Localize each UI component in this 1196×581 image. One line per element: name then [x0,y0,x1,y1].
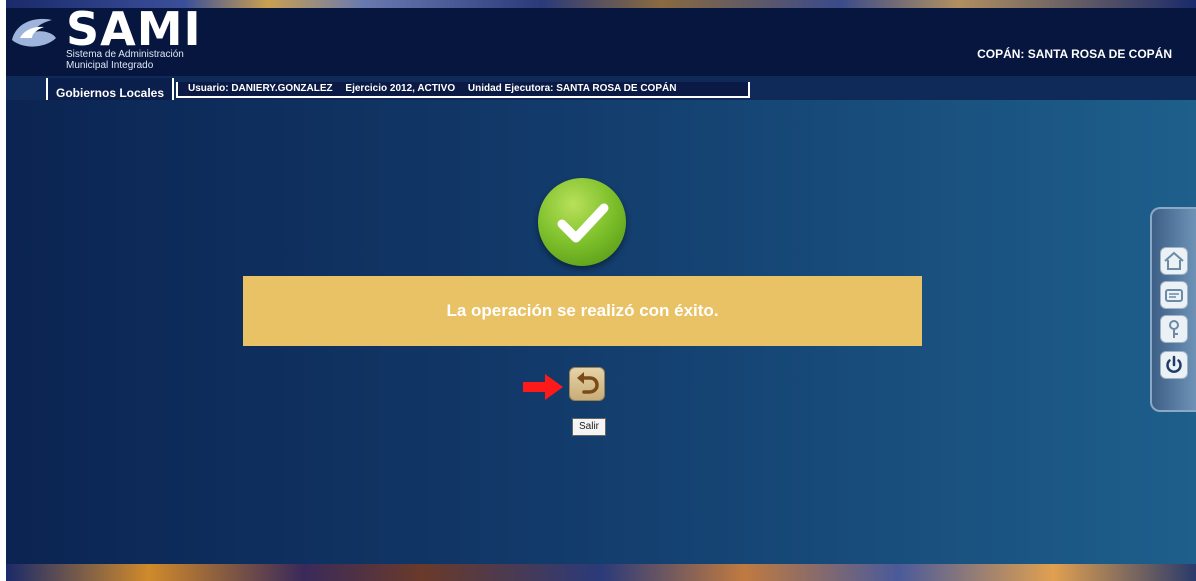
red-arrow-icon [523,374,563,400]
user-key-icon [1169,320,1179,338]
location-label: COPÁN: SANTA ROSA DE COPÁN [977,47,1172,61]
app-frame: SAMI Sistema de Administración Municipal… [6,0,1196,581]
session-info-bar: Usuario: DANIERY.GONZALEZ Ejercicio 2012… [176,82,750,98]
logo-subtitle-line2: Municipal Integrado [66,60,154,71]
back-button[interactable] [569,367,605,401]
home-icon [1164,251,1184,270]
success-message: La operación se realizó con éxito. [243,276,922,346]
logo-title: SAMI [66,2,202,56]
header: SAMI Sistema de Administración Municipal… [6,2,1196,76]
user-info: Usuario: DANIERY.GONZALEZ [188,83,333,94]
document-icon [1165,289,1183,302]
checkmark-glyph-icon [557,203,609,243]
undo-arrow-icon [577,372,599,394]
success-check-icon [538,178,626,266]
user-key-button[interactable] [1160,315,1188,343]
logo-subtitle: Sistema de Administración Municipal Inte… [66,49,184,71]
side-toolbar [1150,207,1196,412]
fiscal-year-info: Ejercicio 2012, ACTIVO [345,83,456,94]
logout-button[interactable] [1160,351,1188,379]
executing-unit-info: Unidad Ejecutora: SANTA ROSA DE COPÁN [467,83,677,94]
documents-button[interactable] [1160,281,1188,309]
sami-logo-icon [12,18,56,47]
bottom-banner-stripe [6,564,1196,581]
logo-subtitle-line1: Sistema de Administración [66,49,184,60]
power-icon [1166,355,1182,373]
home-button[interactable] [1160,247,1188,275]
back-button-tooltip: Salir [572,418,606,436]
